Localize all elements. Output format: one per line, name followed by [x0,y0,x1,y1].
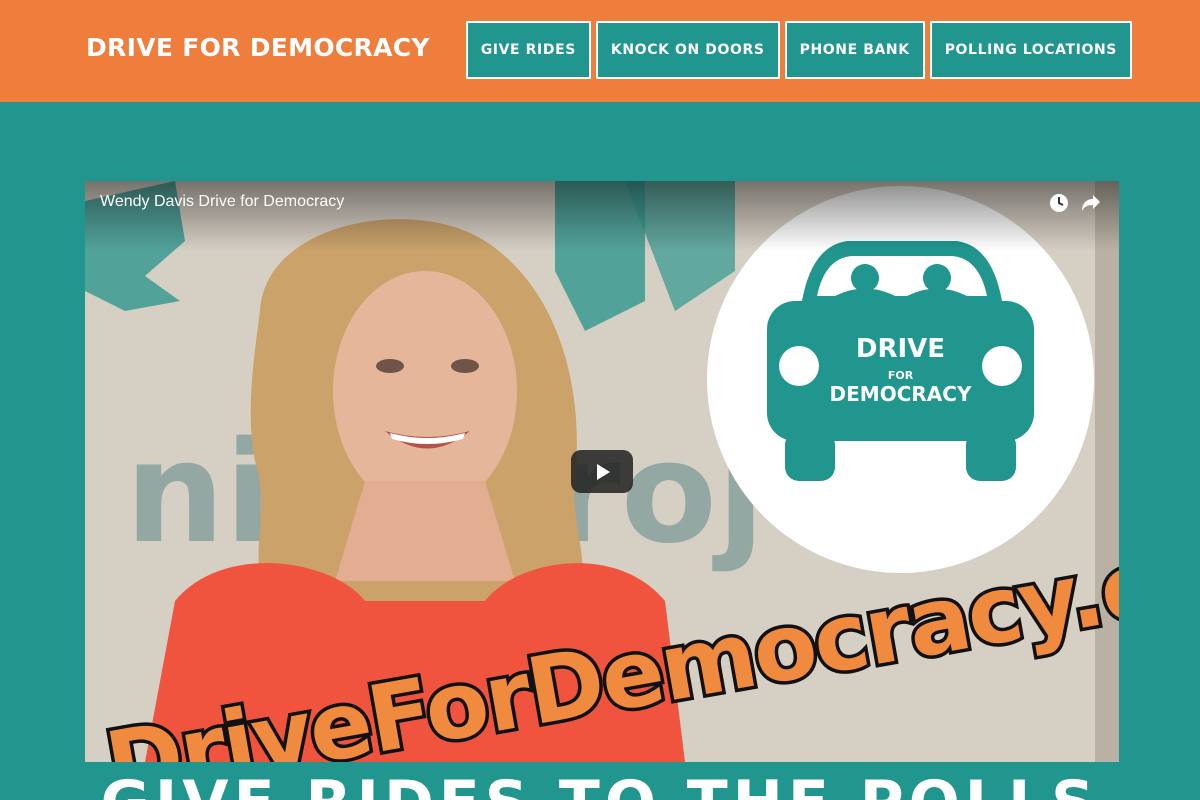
video-player[interactable]: nizeProject [85,181,1119,762]
play-icon [597,463,610,480]
nav-knock-on-doors[interactable]: KNOCK ON DOORS [595,21,780,79]
main-nav: GIVE RIDES KNOCK ON DOORS PHONE BANK POL… [465,21,1132,79]
nav-give-rides[interactable]: GIVE RIDES [465,21,591,79]
play-button[interactable] [571,450,633,493]
banner-url-text: DriveForDemocracy.com [98,504,1119,762]
site-header: DRIVE FOR DEMOCRACY GIVE RIDES KNOCK ON … [0,0,1200,102]
clock-icon[interactable] [1047,191,1071,215]
video-title-shade [85,181,1119,251]
share-icon[interactable] [1079,191,1103,215]
nav-polling-locations[interactable]: POLLING LOCATIONS [929,21,1132,79]
nav-phone-bank[interactable]: PHONE BANK [784,21,925,79]
section-heading: GIVE RIDES TO THE POLLS [0,768,1200,800]
site-title-link[interactable]: DRIVE FOR DEMOCRACY [86,33,430,62]
video-title: Wendy Davis Drive for Democracy [100,193,345,210]
